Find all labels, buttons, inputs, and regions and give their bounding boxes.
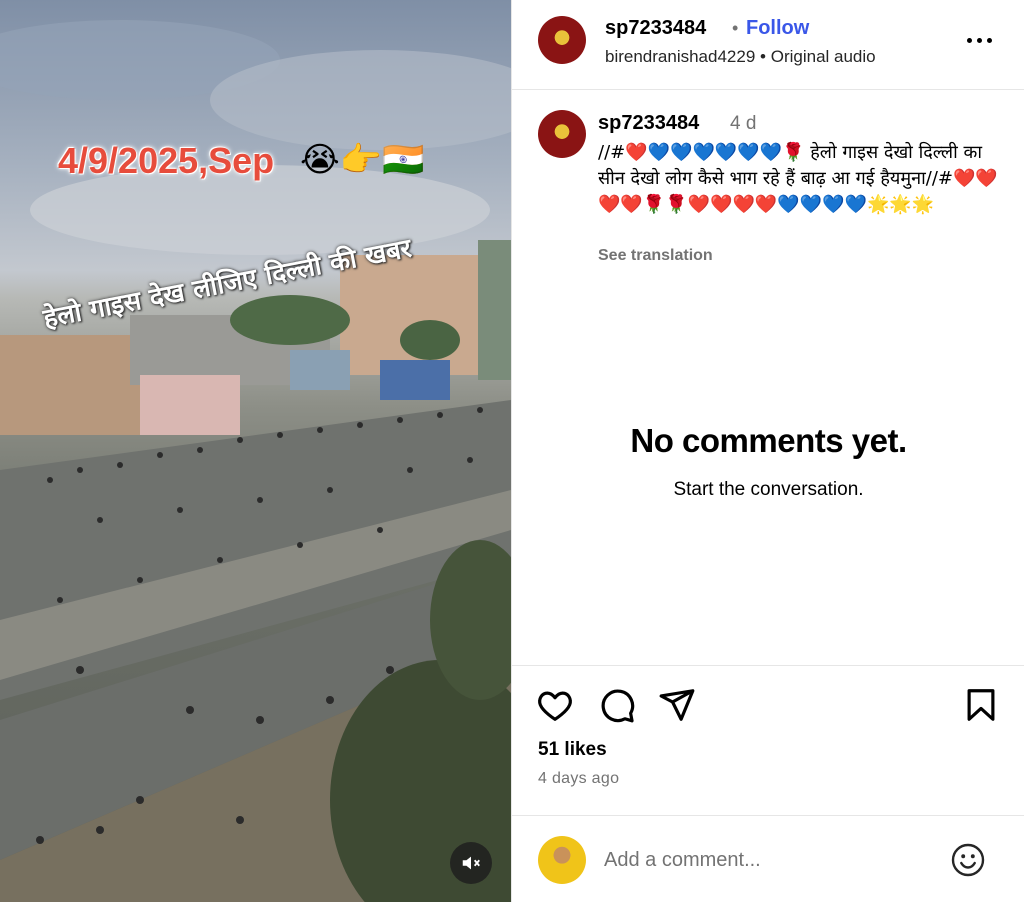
mute-icon <box>462 856 480 870</box>
comment-icon[interactable] <box>598 686 636 724</box>
share-icon[interactable] <box>658 686 696 724</box>
more-icon[interactable] <box>967 30 997 50</box>
separator-dot: • <box>732 18 739 38</box>
mute-button[interactable] <box>450 842 492 884</box>
audio-line: birendranishad4229 • Original audio <box>605 47 876 67</box>
caption-text: //#❤️💙💙💙💙💙💙🌹 हेलो गाइस देखो दिल्ली का सी… <box>598 142 998 215</box>
heart-icon[interactable] <box>536 686 574 724</box>
likes-count[interactable]: 51 likes <box>538 739 607 761</box>
post-media[interactable]: 4/9/2025,Sep 😭👉🇮🇳 हेलो गाइस देख लीजिए दि… <box>0 0 511 902</box>
see-translation-button[interactable]: See translation <box>598 247 713 265</box>
author-avatar[interactable] <box>538 16 586 64</box>
audio-separator: • <box>760 47 766 66</box>
overlay-date-text: 4/9/2025,Sep <box>58 140 275 181</box>
video-frame <box>0 20 511 902</box>
empty-comments-title: No comments yet. <box>630 422 907 459</box>
post-panel: sp7233484 • Follow birendranishad4229 • … <box>511 0 1024 902</box>
caption-username[interactable]: sp7233484 <box>598 112 699 135</box>
comment-composer <box>512 815 1024 902</box>
post-date: 4 days ago <box>538 770 620 787</box>
empty-comments-subtitle: Start the conversation. <box>673 479 864 500</box>
comment-input[interactable] <box>604 844 924 876</box>
action-bar: 51 likes 4 days ago <box>512 665 1024 815</box>
caption-avatar[interactable] <box>538 110 586 158</box>
follow-button[interactable]: Follow <box>746 17 809 40</box>
audio-link[interactable]: Original audio <box>771 47 876 66</box>
caption-timestamp[interactable]: 4 d <box>730 113 756 135</box>
emoji-icon[interactable] <box>950 842 986 878</box>
post-header: sp7233484 • Follow birendranishad4229 • … <box>512 0 1024 90</box>
overlay-emoji-text: 😭👉🇮🇳 <box>300 141 425 179</box>
current-user-avatar <box>538 836 586 884</box>
author-username[interactable]: sp7233484 <box>605 17 706 40</box>
audio-user-link[interactable]: birendranishad4229 <box>605 47 755 66</box>
bookmark-icon[interactable] <box>962 686 1000 724</box>
